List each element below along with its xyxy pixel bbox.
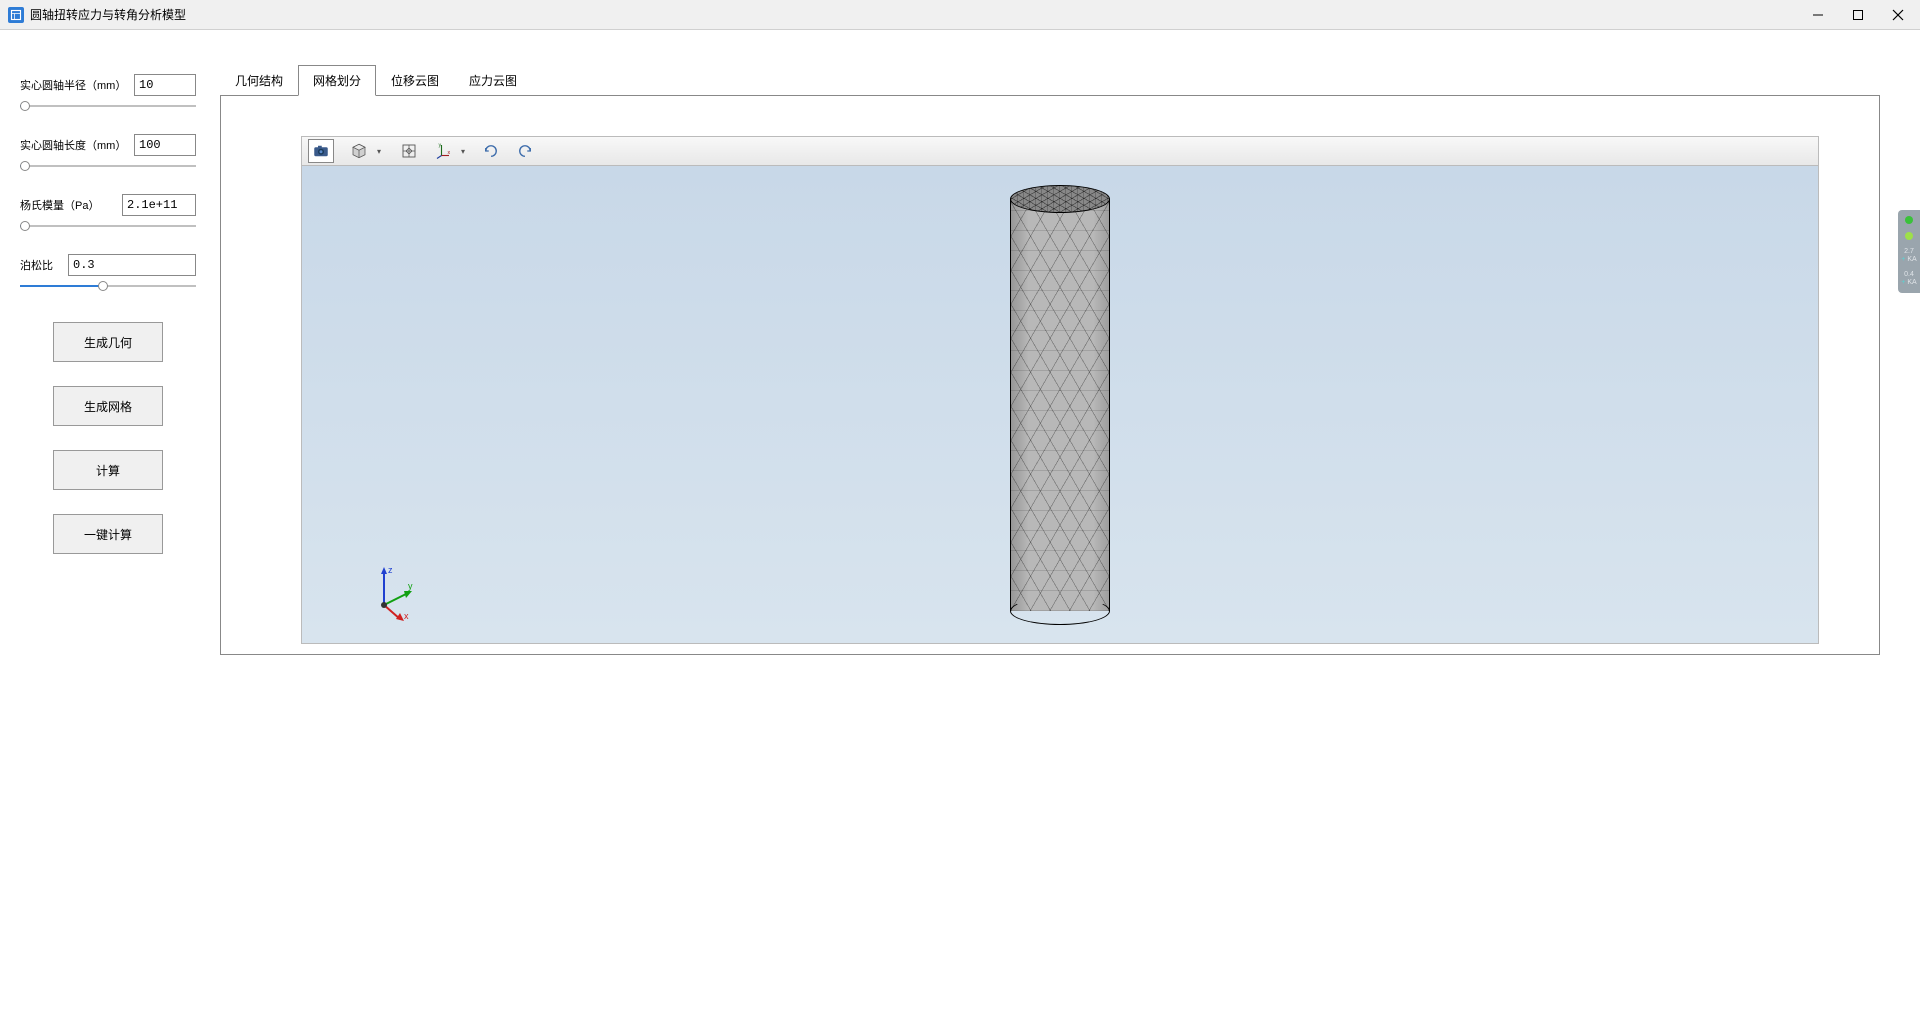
length-label: 实心圆轴长度（mm）: [20, 137, 126, 153]
app-icon: [8, 7, 24, 23]
window-controls: [1804, 4, 1912, 26]
cylinder-mesh: [1010, 185, 1110, 625]
svg-text:x: x: [448, 150, 451, 156]
param-radius: 实心圆轴半径（mm）: [20, 74, 196, 112]
camera-icon[interactable]: [308, 139, 334, 163]
param-poisson: 泊松比: [20, 254, 196, 292]
generate-mesh-button[interactable]: 生成网格: [53, 386, 163, 426]
status-dot-1: [1905, 216, 1913, 224]
status-metric-2: 0.4 + KA: [1901, 271, 1916, 286]
generate-geometry-button[interactable]: 生成几何: [53, 322, 163, 362]
titlebar: 圆轴扭转应力与转角分析模型: [0, 0, 1920, 30]
triad-y-label: y: [408, 581, 413, 591]
one-click-compute-button[interactable]: 一键计算: [53, 514, 163, 554]
rotate-ccw-icon[interactable]: [478, 139, 504, 163]
tab-geometry[interactable]: 几何结构: [220, 65, 298, 96]
status-metric-1: 2.7 + KA: [1901, 248, 1916, 263]
viewport-frame: ▾ yx ▾: [220, 95, 1880, 655]
viewport-toolbar: ▾ yx ▾: [301, 136, 1819, 166]
minimize-button[interactable]: [1804, 4, 1832, 26]
length-slider[interactable]: [20, 160, 196, 172]
param-youngs: 杨氏模量（Pa）: [20, 194, 196, 232]
poisson-label: 泊松比: [20, 257, 53, 273]
poisson-input[interactable]: [68, 254, 196, 276]
status-dot-2: [1905, 232, 1913, 240]
sidebar: 实心圆轴半径（mm） 实心圆轴长度（mm） 杨氏模量（Pa）: [0, 30, 220, 1021]
youngs-slider[interactable]: [20, 220, 196, 232]
viewport-canvas[interactable]: z y x: [301, 166, 1819, 644]
poisson-slider[interactable]: [20, 280, 196, 292]
param-length: 实心圆轴长度（mm）: [20, 134, 196, 172]
titlebar-left: 圆轴扭转应力与转角分析模型: [8, 6, 186, 23]
tab-stress[interactable]: 应力云图: [454, 65, 532, 96]
tabs: 几何结构 网格划分 位移云图 应力云图: [220, 64, 1880, 95]
triad-x-label: x: [404, 611, 409, 621]
fit-view-icon[interactable]: [396, 139, 422, 163]
tab-mesh[interactable]: 网格划分: [298, 65, 376, 96]
svg-text:y: y: [439, 143, 442, 149]
length-input[interactable]: [134, 134, 196, 156]
window-title: 圆轴扭转应力与转角分析模型: [30, 6, 186, 23]
maximize-button[interactable]: [1844, 4, 1872, 26]
tab-displacement[interactable]: 位移云图: [376, 65, 454, 96]
axes-dropdown-icon[interactable]: ▾: [458, 147, 468, 156]
right-status-panel: 2.7 + KA 0.4 + KA: [1898, 210, 1920, 293]
radius-label: 实心圆轴半径（mm）: [20, 77, 126, 93]
rotate-cw-icon[interactable]: [512, 139, 538, 163]
close-button[interactable]: [1884, 4, 1912, 26]
triad-z-label: z: [388, 565, 393, 575]
radius-slider[interactable]: [20, 100, 196, 112]
axis-triad: z y x: [364, 563, 424, 623]
youngs-label: 杨氏模量（Pa）: [20, 197, 99, 213]
axes-icon[interactable]: yx: [430, 139, 456, 163]
action-buttons: 生成几何 生成网格 计算 一键计算: [20, 322, 196, 554]
content: 几何结构 网格划分 位移云图 应力云图 ▾ y: [220, 30, 1920, 1021]
cube-view-icon[interactable]: [346, 139, 372, 163]
youngs-input[interactable]: [122, 194, 196, 216]
cube-view-dropdown-icon[interactable]: ▾: [374, 147, 384, 156]
radius-input[interactable]: [134, 74, 196, 96]
compute-button[interactable]: 计算: [53, 450, 163, 490]
